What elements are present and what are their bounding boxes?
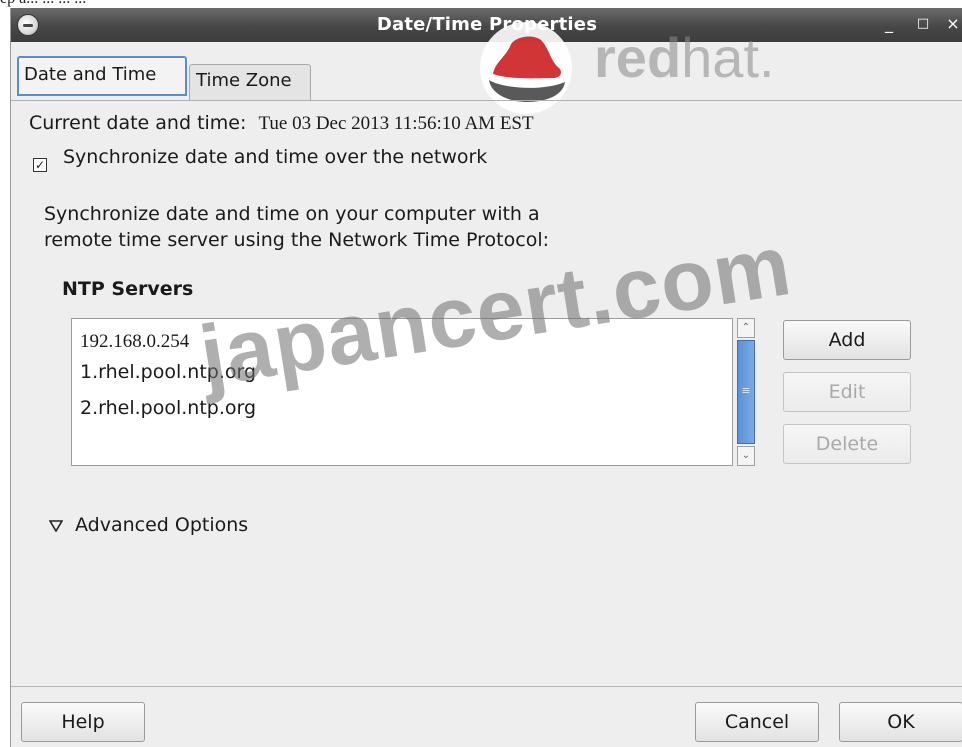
ntp-list-scrollbar[interactable]: ⌃ ≡ ⌄ — [735, 318, 757, 466]
description-line-1: Synchronize date and time on your comput… — [44, 203, 540, 225]
ntp-servers-heading: NTP Servers — [62, 278, 194, 300]
minimize-icon[interactable]: _ — [879, 14, 899, 34]
sync-checkbox[interactable]: ✓ — [33, 158, 47, 172]
list-item[interactable]: 1.rhel.pool.ntp.org — [80, 361, 256, 383]
tab-time-zone[interactable]: Time Zone — [189, 64, 311, 100]
scrollbar-thumb[interactable]: ≡ — [737, 340, 755, 444]
ok-button[interactable]: OK — [839, 702, 962, 742]
scroll-down-icon[interactable]: ⌄ — [737, 446, 755, 466]
tab-panel-border — [11, 100, 962, 101]
tab-date-and-time[interactable]: Date and Time — [17, 56, 187, 96]
current-datetime-value: Tue 03 Dec 2013 11:56:10 AM EST — [258, 113, 534, 134]
current-datetime-row: Current date and time: Tue 03 Dec 2013 1… — [29, 112, 534, 135]
scroll-up-icon[interactable]: ⌃ — [737, 318, 755, 338]
close-icon[interactable]: × — [943, 14, 962, 34]
triangle-down-icon — [49, 519, 63, 532]
current-datetime-label: Current date and time: — [29, 112, 247, 134]
maximize-icon[interactable]: □ — [913, 14, 933, 34]
description-line-2: remote time server using the Network Tim… — [44, 229, 550, 251]
delete-button[interactable]: Delete — [783, 424, 911, 464]
add-button[interactable]: Add — [783, 320, 911, 360]
page-caption: ep a... ... ... ... — [0, 0, 86, 8]
cancel-button[interactable]: Cancel — [695, 702, 819, 742]
edit-button[interactable]: Edit — [783, 372, 911, 412]
sync-checkbox-label[interactable]: Synchronize date and time over the netwo… — [63, 146, 487, 168]
list-item[interactable]: 192.168.0.254 — [80, 331, 189, 353]
ntp-server-list[interactable]: 192.168.0.254 1.rhel.pool.ntp.org 2.rhel… — [71, 318, 733, 466]
list-item[interactable]: 2.rhel.pool.ntp.org — [80, 397, 256, 419]
help-button[interactable]: Help — [21, 702, 145, 742]
redhat-wordmark-watermark: redhat. — [594, 26, 775, 89]
advanced-options-label: Advanced Options — [75, 514, 249, 536]
advanced-options-expander[interactable]: Advanced Options — [49, 514, 248, 536]
footer-separator — [11, 686, 962, 687]
date-time-dialog: Date/Time Properties _ □ × redhat. Date … — [10, 8, 962, 747]
